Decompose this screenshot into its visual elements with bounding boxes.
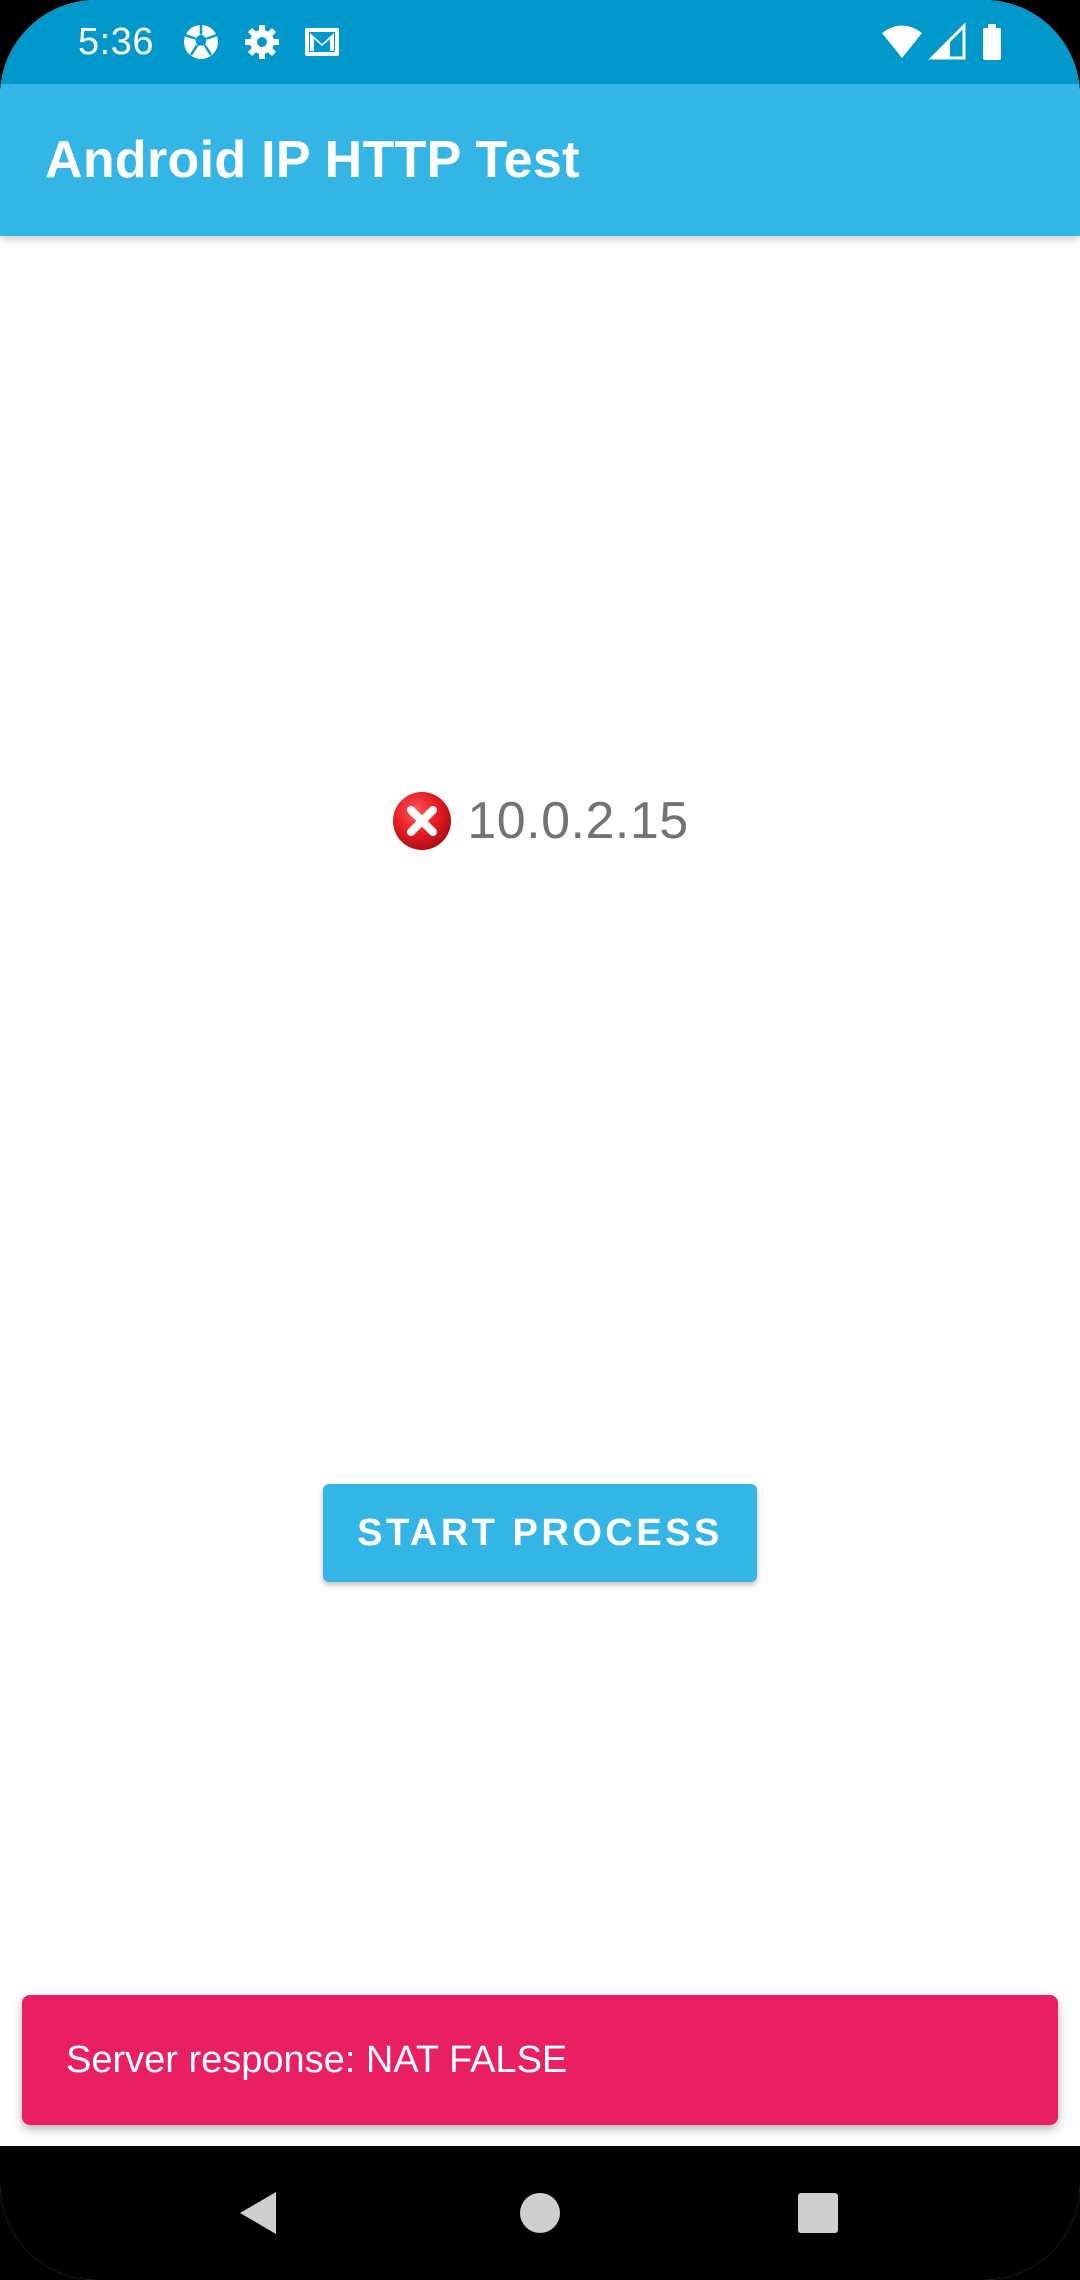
wifi-icon xyxy=(882,25,922,58)
mail-icon xyxy=(305,28,339,56)
device-screen: 5:36 Android IP HTTP Test 10.0.2.15 STAR… xyxy=(0,0,1080,2280)
gear-icon xyxy=(245,25,279,59)
ip-address-text: 10.0.2.15 xyxy=(467,792,689,850)
snackbar: Server response: NAT FALSE xyxy=(22,1995,1058,2125)
soccer-ball-icon xyxy=(184,25,218,59)
status-bar: 5:36 xyxy=(0,0,1080,84)
status-time: 5:36 xyxy=(78,21,154,63)
cell-signal-icon xyxy=(928,22,966,60)
start-process-button[interactable]: START PROCESS xyxy=(323,1484,757,1582)
back-icon[interactable] xyxy=(232,2186,286,2240)
home-icon[interactable] xyxy=(513,2186,567,2240)
navigation-bar xyxy=(0,2146,1080,2280)
app-title: Android IP HTTP Test xyxy=(45,131,580,189)
snackbar-message: Server response: NAT FALSE xyxy=(66,2039,568,2081)
battery-icon xyxy=(983,24,1001,60)
recents-icon[interactable] xyxy=(791,2186,845,2240)
main-content: 10.0.2.15 START PROCESS xyxy=(0,236,1080,2146)
ip-status-row: 10.0.2.15 xyxy=(0,786,1080,856)
error-x-icon xyxy=(393,792,452,850)
app-bar: Android IP HTTP Test xyxy=(0,84,1080,236)
